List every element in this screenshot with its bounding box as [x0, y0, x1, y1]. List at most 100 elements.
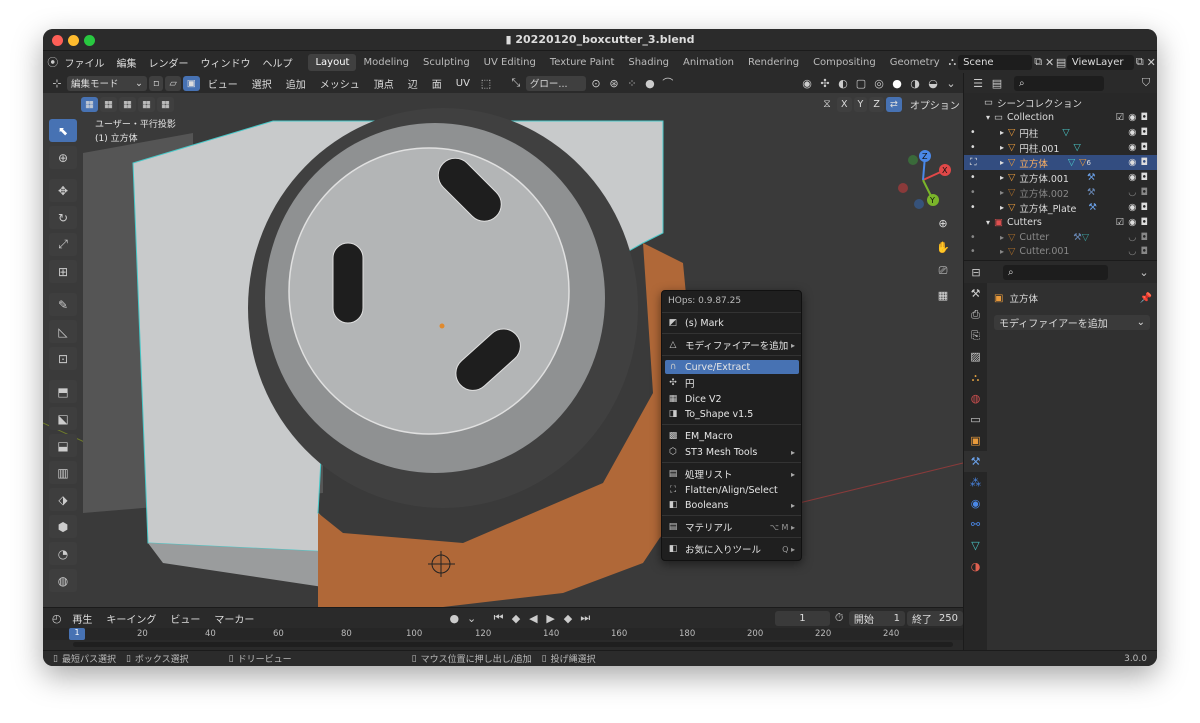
- visibility-icon[interactable]: ◉: [799, 75, 815, 91]
- tab-animation[interactable]: Animation: [676, 54, 741, 71]
- spin-tool-icon[interactable]: ◔: [49, 542, 77, 565]
- visibility-toggles[interactable]: ◉◘: [1128, 142, 1152, 153]
- menu-keying[interactable]: キーイング: [100, 611, 162, 626]
- outliner-row-object[interactable]: • ▸ ▽ 立方体.002 ⚒ ◡◘: [964, 185, 1157, 200]
- shading-options-icon[interactable]: ⌄: [943, 75, 959, 91]
- view-layer-tab-icon[interactable]: ▨: [964, 346, 987, 367]
- tab-geometry[interactable]: Geometry: [883, 54, 947, 71]
- visibility-toggles[interactable]: ◡◘: [1128, 246, 1152, 257]
- 3d-viewport[interactable]: ユーザー・平行投影 (1) 立方体 ▦ ▦ ▦ ▦ ▦ ⧖ X Y Z ⇄ オプ…: [43, 93, 963, 607]
- scale-tool-icon[interactable]: ⤢: [49, 233, 77, 256]
- physics-tab-icon[interactable]: ◉: [964, 493, 987, 514]
- vertex-select-button[interactable]: ▫: [149, 75, 164, 91]
- chevron-down-icon[interactable]: ⌄: [1136, 264, 1152, 280]
- shading-material-icon[interactable]: ◑: [907, 75, 923, 91]
- end-frame-field[interactable]: 終了 250: [906, 610, 963, 626]
- xray-icon[interactable]: ▢: [853, 75, 869, 91]
- visibility-toggles[interactable]: ☑◉◘: [1116, 217, 1152, 228]
- overlay-toggle-icon[interactable]: ◐: [835, 75, 851, 91]
- menu-help[interactable]: ヘルプ: [256, 55, 298, 70]
- snap-icon[interactable]: ⊛: [606, 75, 622, 91]
- data-tab-icon[interactable]: ▽: [964, 535, 987, 556]
- current-frame-field[interactable]: 1: [775, 610, 830, 626]
- world-tab-icon[interactable]: ◍: [964, 388, 987, 409]
- grid-toggle-icon[interactable]: ▦: [933, 283, 953, 307]
- annotate-tool-icon[interactable]: ✎: [49, 293, 77, 316]
- pin-icon[interactable]: 📌: [1140, 293, 1152, 304]
- menu-item-dice[interactable]: ▦ Dice V2: [665, 392, 799, 406]
- record-icon[interactable]: ●: [447, 610, 462, 626]
- navigation-gizmo[interactable]: X Z Y: [891, 148, 955, 212]
- visibility-toggles[interactable]: ◉◘: [1128, 202, 1152, 213]
- pan-hand-icon[interactable]: ✋: [933, 235, 953, 259]
- axis-y-button[interactable]: Y: [853, 96, 868, 112]
- menu-item-process-list[interactable]: ▤ 処理リスト ▸: [665, 467, 799, 481]
- axis-z-button[interactable]: Z: [869, 96, 884, 112]
- next-keyframe-icon[interactable]: ◆: [560, 610, 575, 626]
- collection-tab-icon[interactable]: ▭: [964, 409, 987, 430]
- menu-item-mark[interactable]: ◩ (s) Mark: [665, 316, 799, 330]
- outliner-row-cutter[interactable]: • ▸ ▽ Cutter ⚒ ▽ ◡◘: [964, 230, 1157, 245]
- menu-item-booleans[interactable]: ◧ Booleans ▸: [665, 498, 799, 512]
- inset-tool-icon[interactable]: ⬕: [49, 407, 77, 430]
- properties-editor-icon[interactable]: ⊟: [968, 264, 984, 280]
- prev-keyframe-icon[interactable]: ◆: [508, 610, 523, 626]
- mode-dropdown[interactable]: 編集モード ⌄: [67, 75, 147, 91]
- select-invert-button[interactable]: ▦: [137, 97, 155, 112]
- menu-face[interactable]: 面: [426, 76, 448, 91]
- loop-cut-tool-icon[interactable]: ▥: [49, 461, 77, 484]
- menu-select[interactable]: 選択: [246, 76, 278, 91]
- tab-modeling[interactable]: Modeling: [356, 54, 416, 71]
- scene-tab-icon[interactable]: ⛬: [964, 367, 987, 388]
- particles-tab-icon[interactable]: ⁂: [964, 472, 987, 493]
- shading-solid-icon[interactable]: ●: [889, 75, 905, 91]
- outliner-row-cutter[interactable]: • ▸ ▽ Cutter.001 ◡◘: [964, 245, 1157, 258]
- menu-vertex[interactable]: 頂点: [368, 76, 400, 91]
- axis-x-button[interactable]: X: [837, 96, 852, 112]
- constraints-tab-icon[interactable]: ⚯: [964, 514, 987, 535]
- timeline-editor-icon[interactable]: ◴: [49, 610, 64, 626]
- delete-view-layer-icon[interactable]: ✕: [1146, 54, 1157, 70]
- view-layer-icon[interactable]: ▤: [1055, 54, 1066, 70]
- menu-uv[interactable]: UV: [450, 78, 476, 89]
- visibility-toggles[interactable]: ◡◘: [1128, 187, 1152, 198]
- filter-icon[interactable]: ⛉: [1138, 75, 1154, 91]
- shading-rendered-icon[interactable]: ◒: [925, 75, 941, 91]
- visibility-toggles[interactable]: ◡◘: [1128, 232, 1152, 243]
- rotate-tool-icon[interactable]: ↻: [49, 206, 77, 229]
- measure-tool-icon[interactable]: ◺: [49, 320, 77, 343]
- output-tab-icon[interactable]: ⎘: [964, 325, 987, 346]
- menu-item-curve-extract[interactable]: ∩ Curve/Extract: [665, 360, 799, 374]
- outliner-row-scene-collection[interactable]: ▭ シーンコレクション: [964, 95, 1157, 110]
- shading-wireframe-icon[interactable]: ◎: [871, 75, 887, 91]
- object-tab-icon[interactable]: ▣: [964, 430, 987, 451]
- scene-icon[interactable]: ⛬: [947, 54, 958, 70]
- menu-mesh[interactable]: メッシュ: [314, 76, 366, 91]
- menu-file[interactable]: ファイル: [58, 55, 110, 70]
- menu-edit[interactable]: 編集: [110, 55, 142, 70]
- tab-sculpting[interactable]: Sculpting: [416, 54, 477, 71]
- visibility-toggles[interactable]: ◉◘: [1128, 127, 1152, 138]
- tab-shading[interactable]: Shading: [621, 54, 676, 71]
- poly-build-tool-icon[interactable]: ⬢: [49, 515, 77, 538]
- menu-edge[interactable]: 辺: [402, 76, 424, 91]
- timeline-scrollbar[interactable]: [73, 642, 953, 647]
- material-tab-icon[interactable]: ◑: [964, 556, 987, 577]
- menu-marker[interactable]: マーカー: [208, 611, 260, 626]
- delete-scene-icon[interactable]: ✕: [1044, 54, 1055, 70]
- tab-texture-paint[interactable]: Texture Paint: [543, 54, 622, 71]
- play-icon[interactable]: ▶: [543, 610, 558, 626]
- view-layer-field[interactable]: ViewLayer: [1066, 54, 1135, 70]
- snap-target-icon[interactable]: ⁘: [624, 75, 640, 91]
- blender-logo-icon[interactable]: ⦿: [47, 54, 58, 70]
- add-cube-tool-icon[interactable]: ⊡: [49, 347, 77, 370]
- select-new-button[interactable]: ▦: [81, 97, 98, 112]
- outliner-row-collection[interactable]: ▾ ▭ Collection ☑◉◘: [964, 110, 1157, 125]
- zoom-icon[interactable]: ⊕: [933, 211, 953, 235]
- play-reverse-icon[interactable]: ◀: [526, 610, 541, 626]
- outliner-editor-icon[interactable]: ☰: [970, 75, 986, 91]
- timeline-ruler[interactable]: 1 20 40 60 80 100 120 140 160 180 200 22…: [43, 628, 963, 640]
- menu-item-st3-mesh-tools[interactable]: ⬡ ST3 Mesh Tools ▸: [665, 445, 799, 459]
- butterfly-icon[interactable]: ⧖: [819, 96, 835, 112]
- outliner-row-object[interactable]: • ▸ ▽ 立方体.001 ⚒ ◉◘: [964, 170, 1157, 185]
